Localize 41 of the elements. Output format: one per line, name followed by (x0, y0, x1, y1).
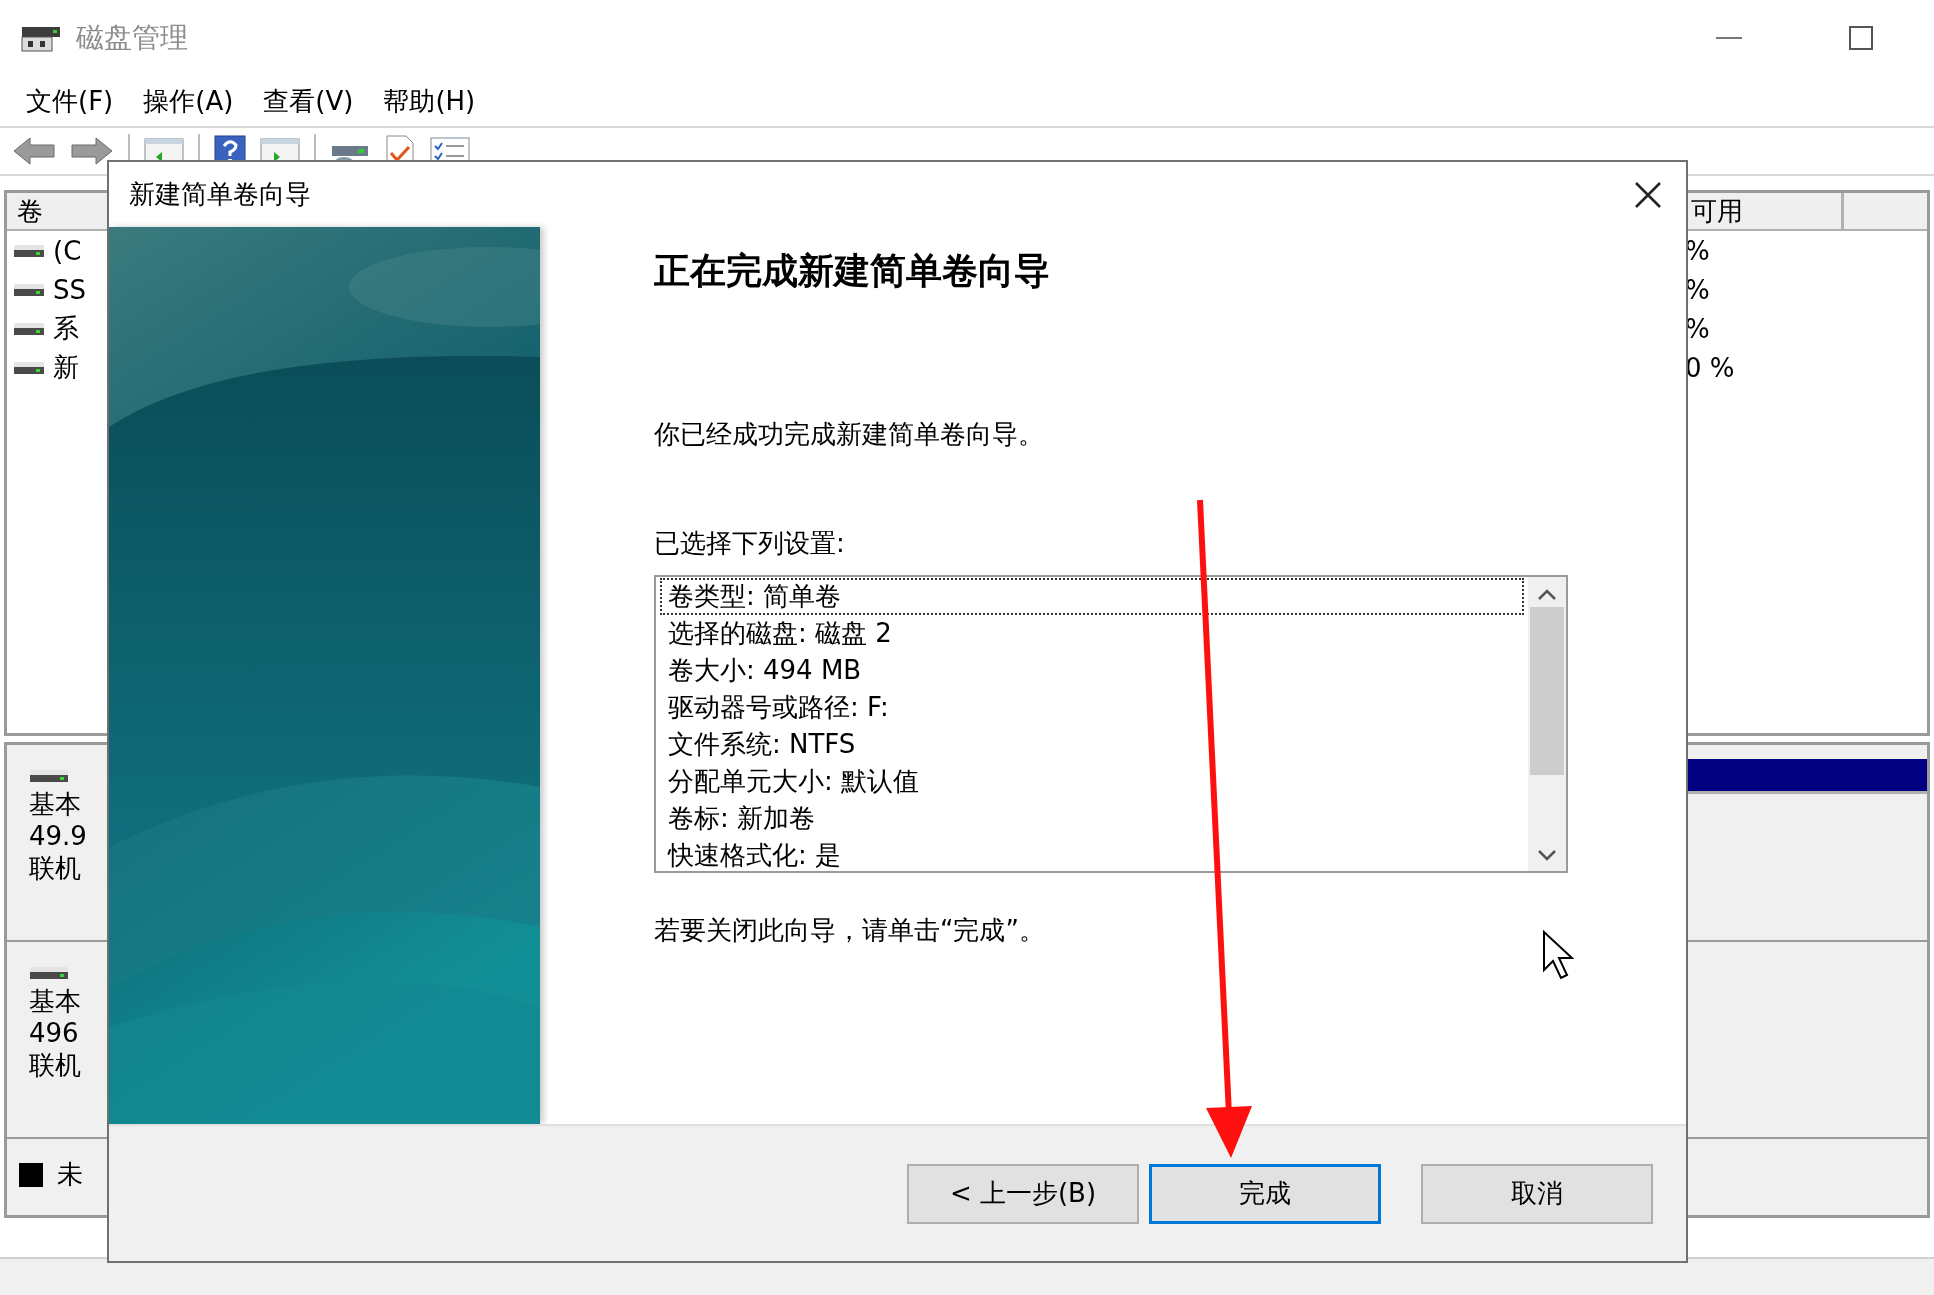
back-arrow-icon[interactable] (12, 136, 56, 166)
dialog-title: 新建简单卷向导 (129, 178, 312, 212)
settings-item[interactable]: 卷标: 新加卷 (660, 800, 1524, 838)
disk-type: 基本 (29, 986, 82, 1016)
settings-item[interactable]: 驱动器号或路径: F: (660, 689, 1524, 727)
legend-label: 未 (57, 1158, 83, 1191)
settings-label: 已选择下列设置: (654, 527, 846, 561)
legend-swatch (19, 1162, 43, 1187)
cancel-button[interactable]: 取消 (1421, 1163, 1653, 1224)
close-icon[interactable] (1634, 180, 1662, 209)
disk-size: 49.9 (29, 821, 88, 851)
menu-item[interactable]: 操作(A) (131, 79, 246, 123)
menu-item[interactable]: 帮助(H) (371, 79, 488, 123)
volume-name: 系 (53, 312, 79, 345)
back-button[interactable]: < 上一步(B) (907, 1163, 1139, 1224)
closing-text: 若要关闭此向导，请单击“完成”。 (654, 914, 1046, 948)
settings-item[interactable]: 卷类型: 简单卷 (660, 578, 1524, 616)
window-title: 磁盘管理 (76, 20, 188, 56)
scrollbar[interactable] (1528, 577, 1566, 872)
settings-item[interactable]: 快速格式化: 是 (660, 837, 1524, 872)
scroll-up-icon[interactable] (1537, 587, 1557, 602)
wizard-heading: 正在完成新建简单卷向导 (654, 248, 1051, 294)
intro-text: 你已经成功完成新建简单卷向导。 (654, 418, 1045, 452)
forward-arrow-icon[interactable] (70, 136, 114, 166)
volume-name: SS (53, 274, 86, 305)
disk-type: 基本 (29, 789, 82, 819)
maximize-icon[interactable] (1848, 25, 1874, 51)
finish-button[interactable]: 完成 (1149, 1163, 1381, 1224)
scroll-thumb[interactable] (1530, 607, 1564, 776)
disk-status: 联机 (29, 853, 82, 883)
mouse-pointer-icon (1543, 929, 1575, 980)
settings-item[interactable]: 卷大小: 494 MB (660, 652, 1524, 690)
settings-item[interactable]: 文件系统: NTFS (660, 726, 1524, 764)
menu-item[interactable]: 查看(V) (251, 79, 366, 123)
settings-item[interactable]: 选择的磁盘: 磁盘 2 (660, 615, 1524, 653)
volume-name: 新 (53, 351, 79, 384)
disk-status: 联机 (29, 1050, 82, 1080)
settings-item[interactable]: 分配单元大小: 默认值 (660, 763, 1524, 801)
disk-size: 496 (29, 1018, 80, 1048)
menu-item[interactable]: 文件(F) (14, 79, 126, 123)
volume-name: (C (53, 235, 82, 266)
